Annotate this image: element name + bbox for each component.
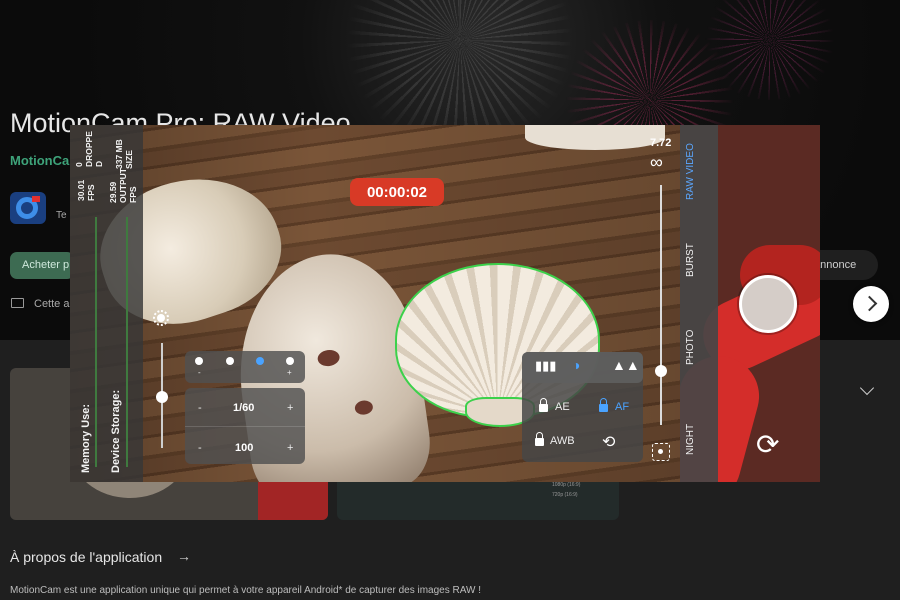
dropped-label: DROPPE [84, 131, 94, 167]
output-fps-value: 29.59 [108, 181, 118, 203]
ev-step-dot[interactable] [195, 357, 203, 365]
shutter-button[interactable] [739, 275, 797, 333]
brightness-icon [153, 310, 169, 326]
icon-caption: Te [56, 210, 67, 221]
mode-photo[interactable]: PHOTO [685, 330, 696, 365]
iso-plus-button[interactable]: + [287, 442, 293, 454]
output-fps-label: FPS [128, 186, 138, 203]
stats-panel: 0 DROPPE D 337 MB SIZE 30.01 FPS 29.59 O… [70, 125, 143, 482]
dropped-value: 0 [74, 162, 84, 167]
display-toggles: ▮▮▮ ◑ ▲▲ [522, 352, 643, 383]
memory-use-bar [95, 217, 97, 467]
device-storage-label: Device Storage: [110, 389, 122, 473]
af-lock-label[interactable]: AF [615, 401, 629, 413]
iso-minus-button[interactable]: - [198, 442, 202, 454]
awb-lock-label[interactable]: AWB [550, 435, 575, 447]
focus-slider-thumb[interactable] [655, 365, 667, 377]
ev-plus: + [287, 368, 292, 377]
shutter-speed-value: 1/60 [233, 402, 255, 414]
lock-icon[interactable] [539, 398, 548, 412]
lock-icon[interactable] [535, 432, 544, 446]
shell-image [525, 125, 665, 150]
device-icon [11, 298, 24, 308]
exposure-slider-thumb[interactable] [156, 391, 168, 403]
size-value: 337 MB [114, 139, 124, 169]
ev-step-dot[interactable] [226, 357, 234, 365]
shutter-plus-button[interactable]: + [287, 402, 293, 414]
output-fps-label: OUTPUT [118, 168, 128, 203]
ae-lock-label[interactable]: AE [555, 401, 570, 413]
switch-camera-icon[interactable]: ⟳ [756, 428, 779, 461]
ev-step-dot[interactable] [286, 357, 294, 365]
about-description: MotionCam est une application unique qui… [10, 585, 482, 596]
focus-slider[interactable] [660, 185, 662, 425]
histogram-icon[interactable]: ▮▮▮ [535, 358, 556, 374]
ev-step-dot-selected[interactable] [256, 357, 264, 365]
mode-raw-video[interactable]: RAW VIDEO [685, 143, 696, 200]
storage-bar [126, 217, 128, 467]
memory-use-label: Memory Use: [80, 403, 92, 473]
arrow-right-icon[interactable]: → [177, 548, 191, 564]
device-compat-text: Cette a [34, 298, 70, 310]
focus-target-icon[interactable] [652, 443, 670, 461]
mode-selector: RAW VIDEO BURST PHOTO NIGHT [680, 125, 718, 482]
ev-compensation-panel: - + [185, 351, 305, 383]
dropped-label: D [94, 160, 104, 167]
lock-icon[interactable] [599, 398, 608, 412]
buy-button[interactable]: Acheter p [10, 252, 74, 279]
hdr-icon[interactable]: ◑ [572, 357, 580, 373]
iso-value: 100 [235, 442, 254, 454]
mode-burst[interactable]: BURST [685, 243, 696, 277]
size-label: SIZE [124, 150, 134, 169]
fps-value: 30.01 [76, 179, 86, 201]
thumbnail-option-text: 720p (16:9) [552, 492, 578, 498]
mode-night[interactable]: NIGHT [685, 424, 696, 455]
reset-icon[interactable]: ⟲ [602, 432, 615, 452]
thumbnail-option-text: 1080p (16:9) [552, 482, 581, 488]
shutter-minus-button[interactable]: - [198, 402, 202, 414]
firework-image [330, 0, 590, 140]
recording-timer: 00:00:02 [350, 178, 444, 206]
manual-settings-panel: - 1/60 + - 100 + [185, 388, 305, 464]
app-icon [10, 192, 46, 224]
zoom-value: 7.72 [650, 137, 672, 149]
next-screenshot-button[interactable] [853, 286, 889, 322]
landscape-icon[interactable]: ▲▲ [612, 357, 640, 373]
capture-controls-panel: ▮▮▮ ◑ ▲▲ AE AF AWB ⟲ [522, 352, 643, 462]
ev-minus: - [198, 368, 201, 377]
camera-overlay: RAW VIDEO BURST PHOTO NIGHT 0 DROPPE D 3… [70, 125, 820, 482]
infinity-icon: ∞ [650, 152, 663, 172]
about-heading[interactable]: À propos de l'application [10, 549, 162, 565]
fps-label: FPS [86, 184, 96, 201]
